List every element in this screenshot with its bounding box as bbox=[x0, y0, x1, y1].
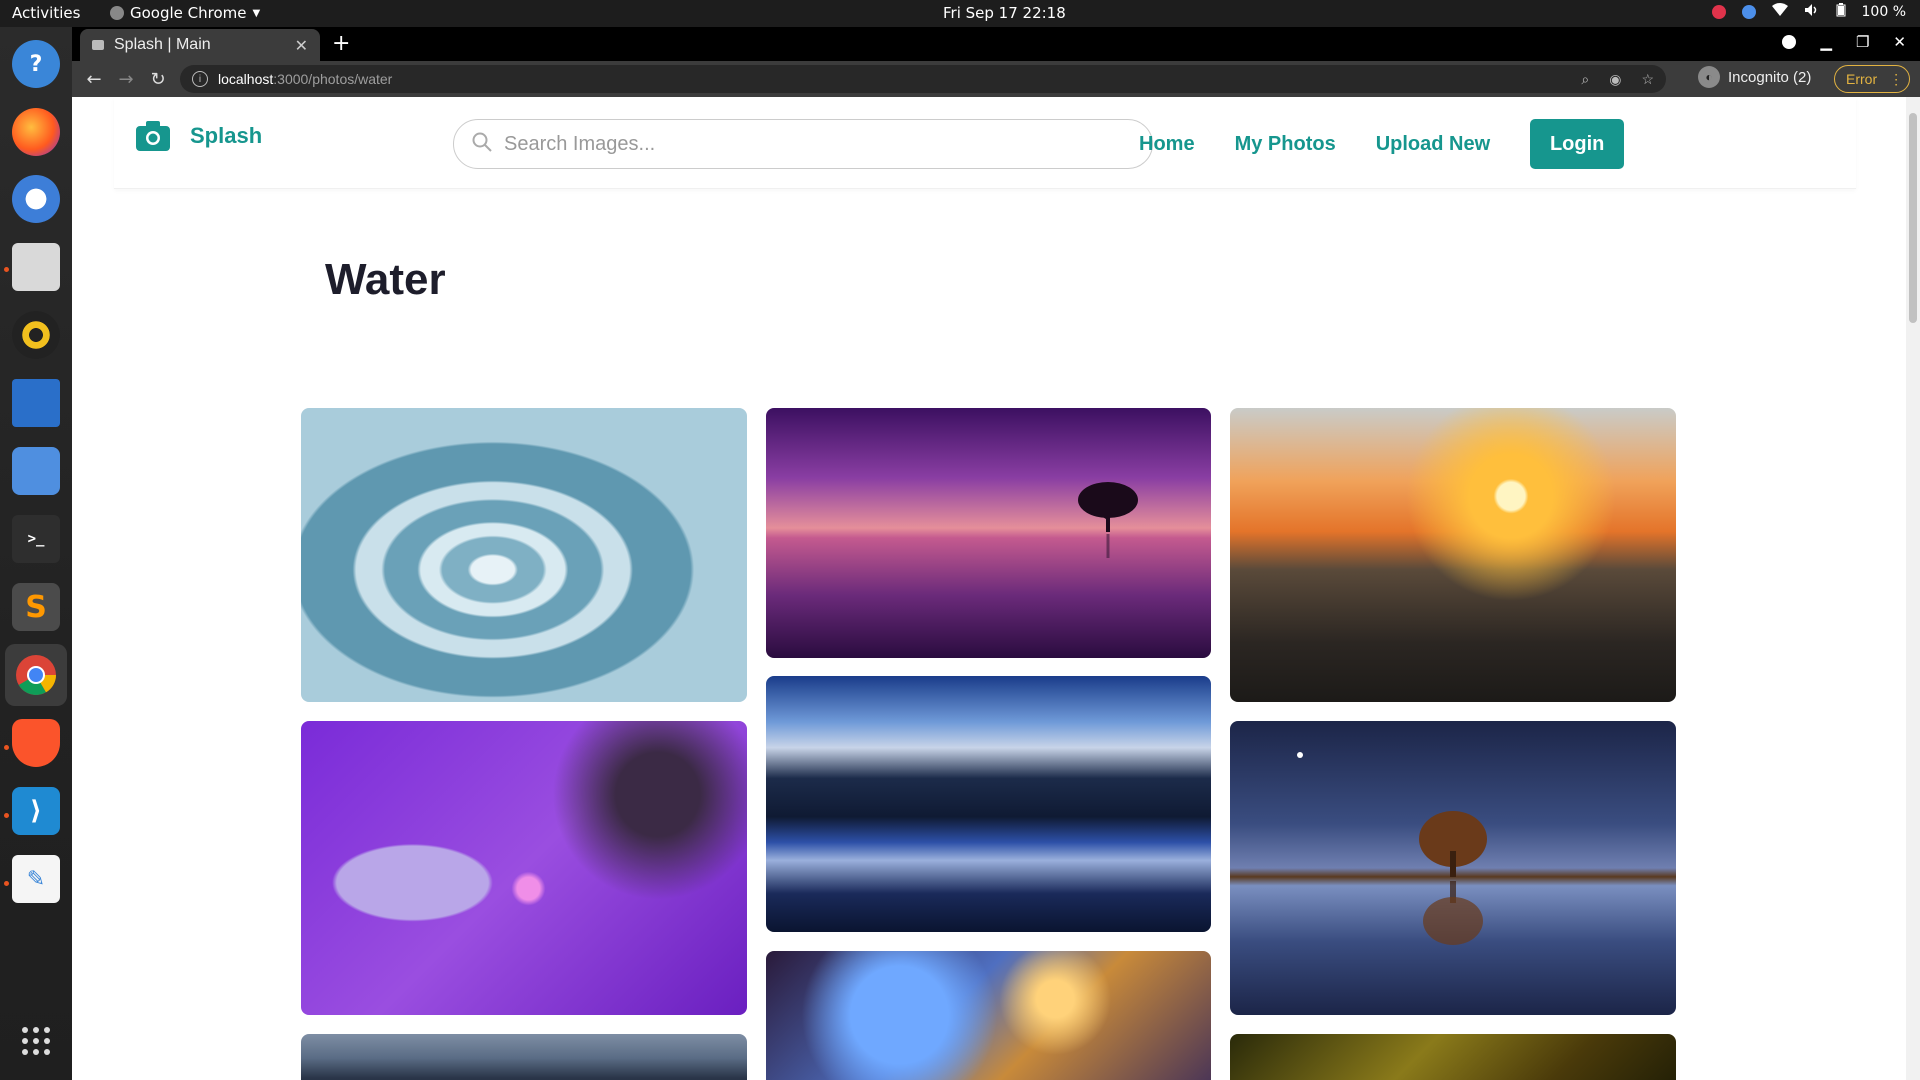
chrome-icon[interactable] bbox=[5, 644, 67, 706]
minimize-icon[interactable]: ▁ bbox=[1820, 33, 1832, 51]
libreoffice-writer-icon[interactable] bbox=[12, 379, 60, 427]
photo-card-water-lily[interactable] bbox=[301, 721, 747, 1015]
site-info-icon[interactable]: i bbox=[192, 71, 208, 87]
photo-card-water-drop[interactable] bbox=[301, 408, 747, 702]
nav-my-photos-link[interactable]: My Photos bbox=[1235, 133, 1336, 156]
search-box[interactable] bbox=[453, 119, 1153, 169]
software-center-icon[interactable] bbox=[12, 447, 60, 495]
browser-tab[interactable]: Splash | Main ✕ bbox=[80, 29, 320, 61]
window-controls: ▁ ❐ ✕ bbox=[1782, 33, 1906, 51]
notification-icon bbox=[1741, 5, 1756, 19]
nav-home-link[interactable]: Home bbox=[1139, 133, 1195, 156]
caret-down-icon: ▼ bbox=[252, 7, 261, 19]
camera-icon bbox=[136, 121, 170, 151]
rhythmbox-icon[interactable] bbox=[12, 311, 60, 359]
photo-card-purple-sunset-tree[interactable] bbox=[766, 408, 1211, 658]
sublime-text-icon[interactable]: S bbox=[12, 583, 60, 631]
photo-card-sea-horizon[interactable] bbox=[301, 1034, 747, 1080]
brand-name: Splash bbox=[190, 123, 263, 148]
do-not-disturb-icon bbox=[1711, 5, 1726, 19]
battery-icon bbox=[1836, 3, 1846, 21]
new-tab-icon[interactable]: + bbox=[332, 31, 350, 56]
clock[interactable]: Fri Sep 17 22:18 bbox=[943, 4, 1066, 22]
tree-reflection bbox=[1297, 752, 1487, 945]
close-window-icon[interactable]: ✕ bbox=[1893, 33, 1906, 51]
photo-card-colorful-clouds[interactable] bbox=[766, 951, 1211, 1080]
nav-upload-new-link[interactable]: Upload New bbox=[1376, 133, 1490, 156]
app-name: Google Chrome bbox=[130, 4, 247, 22]
help-icon[interactable]: ? bbox=[12, 40, 60, 88]
volume-icon bbox=[1804, 3, 1820, 21]
url-host: localhost bbox=[218, 71, 274, 87]
tree-silhouette bbox=[1078, 482, 1138, 558]
bookmark-star-icon[interactable]: ☆ bbox=[1641, 71, 1654, 88]
site-navbar: Splash Home My Photos Upload New Login bbox=[114, 97, 1856, 189]
battery-percent: 100 % bbox=[1861, 4, 1906, 20]
browser-tab-strip: Splash | Main ✕ + ▁ ❐ ✕ bbox=[72, 27, 1920, 61]
photo-card-mountain-lake[interactable] bbox=[766, 676, 1211, 932]
url-path: :3000/photos/water bbox=[273, 71, 393, 87]
chrome-app-icon bbox=[110, 6, 124, 20]
restore-icon[interactable]: ❐ bbox=[1856, 33, 1869, 51]
scrollbar-thumb[interactable] bbox=[1909, 113, 1917, 323]
page-scrollbar[interactable] bbox=[1906, 97, 1920, 1080]
incognito-indicator[interactable]: ◐ Incognito (2) bbox=[1698, 66, 1811, 88]
browser-toolbar: ← → ↻ i localhost:3000/photos/water ⌕ ◉ … bbox=[72, 61, 1920, 97]
back-icon[interactable]: ← bbox=[78, 69, 110, 90]
login-button[interactable]: Login bbox=[1530, 119, 1625, 169]
wifi-icon bbox=[1771, 3, 1788, 21]
system-tray[interactable]: 100 % bbox=[1711, 3, 1906, 21]
incognito-label: Incognito (2) bbox=[1728, 68, 1812, 86]
brave-icon[interactable] bbox=[12, 719, 60, 767]
tab-search-icon[interactable] bbox=[1782, 35, 1797, 49]
favicon-icon bbox=[92, 40, 104, 50]
page-title: Water bbox=[325, 255, 446, 304]
vscode-icon[interactable]: ⟩ bbox=[12, 787, 60, 835]
firefox-icon[interactable] bbox=[12, 108, 60, 156]
brand-link[interactable]: Splash bbox=[136, 121, 262, 151]
activities-button[interactable]: Activities bbox=[12, 4, 80, 22]
photo-card-autumn-forest[interactable] bbox=[1230, 1034, 1676, 1080]
search-icon bbox=[472, 132, 492, 156]
search-input[interactable] bbox=[504, 132, 1124, 156]
error-label: Error bbox=[1846, 71, 1878, 87]
tracking-blocked-icon[interactable]: ◉ bbox=[1609, 71, 1621, 88]
system-top-bar: Activities Google Chrome ▼ Fri Sep 17 22… bbox=[0, 0, 1920, 27]
tab-title: Splash | Main bbox=[114, 36, 211, 53]
zoom-icon[interactable]: ⌕ bbox=[1581, 71, 1589, 88]
error-button[interactable]: Error ⋮ bbox=[1834, 65, 1910, 93]
ubuntu-dock: ? >_ S ⟩ ✎ bbox=[0, 27, 72, 1080]
show-apps-icon[interactable] bbox=[12, 1017, 60, 1065]
photo-card-ocean-sunset[interactable] bbox=[1230, 408, 1676, 702]
photo-card-night-tree[interactable] bbox=[1230, 721, 1676, 1015]
kebab-menu-icon: ⋮ bbox=[1889, 70, 1904, 87]
forward-icon[interactable]: → bbox=[110, 69, 142, 90]
tab-close-icon[interactable]: ✕ bbox=[295, 36, 308, 55]
address-bar[interactable]: i localhost:3000/photos/water ⌕ ◉ ☆ bbox=[180, 65, 1666, 93]
thunderbird-icon[interactable] bbox=[12, 175, 60, 223]
files-icon[interactable] bbox=[12, 243, 60, 291]
text-editor-icon[interactable]: ✎ bbox=[12, 855, 60, 903]
page-viewport: Splash Home My Photos Upload New Login W… bbox=[72, 97, 1920, 1080]
nav-links: Home My Photos Upload New Login bbox=[1139, 119, 1625, 169]
incognito-icon: ◐ bbox=[1698, 66, 1720, 88]
reload-icon[interactable]: ↻ bbox=[142, 69, 174, 90]
app-menu[interactable]: Google Chrome ▼ bbox=[110, 4, 260, 22]
terminal-icon[interactable]: >_ bbox=[12, 515, 60, 563]
